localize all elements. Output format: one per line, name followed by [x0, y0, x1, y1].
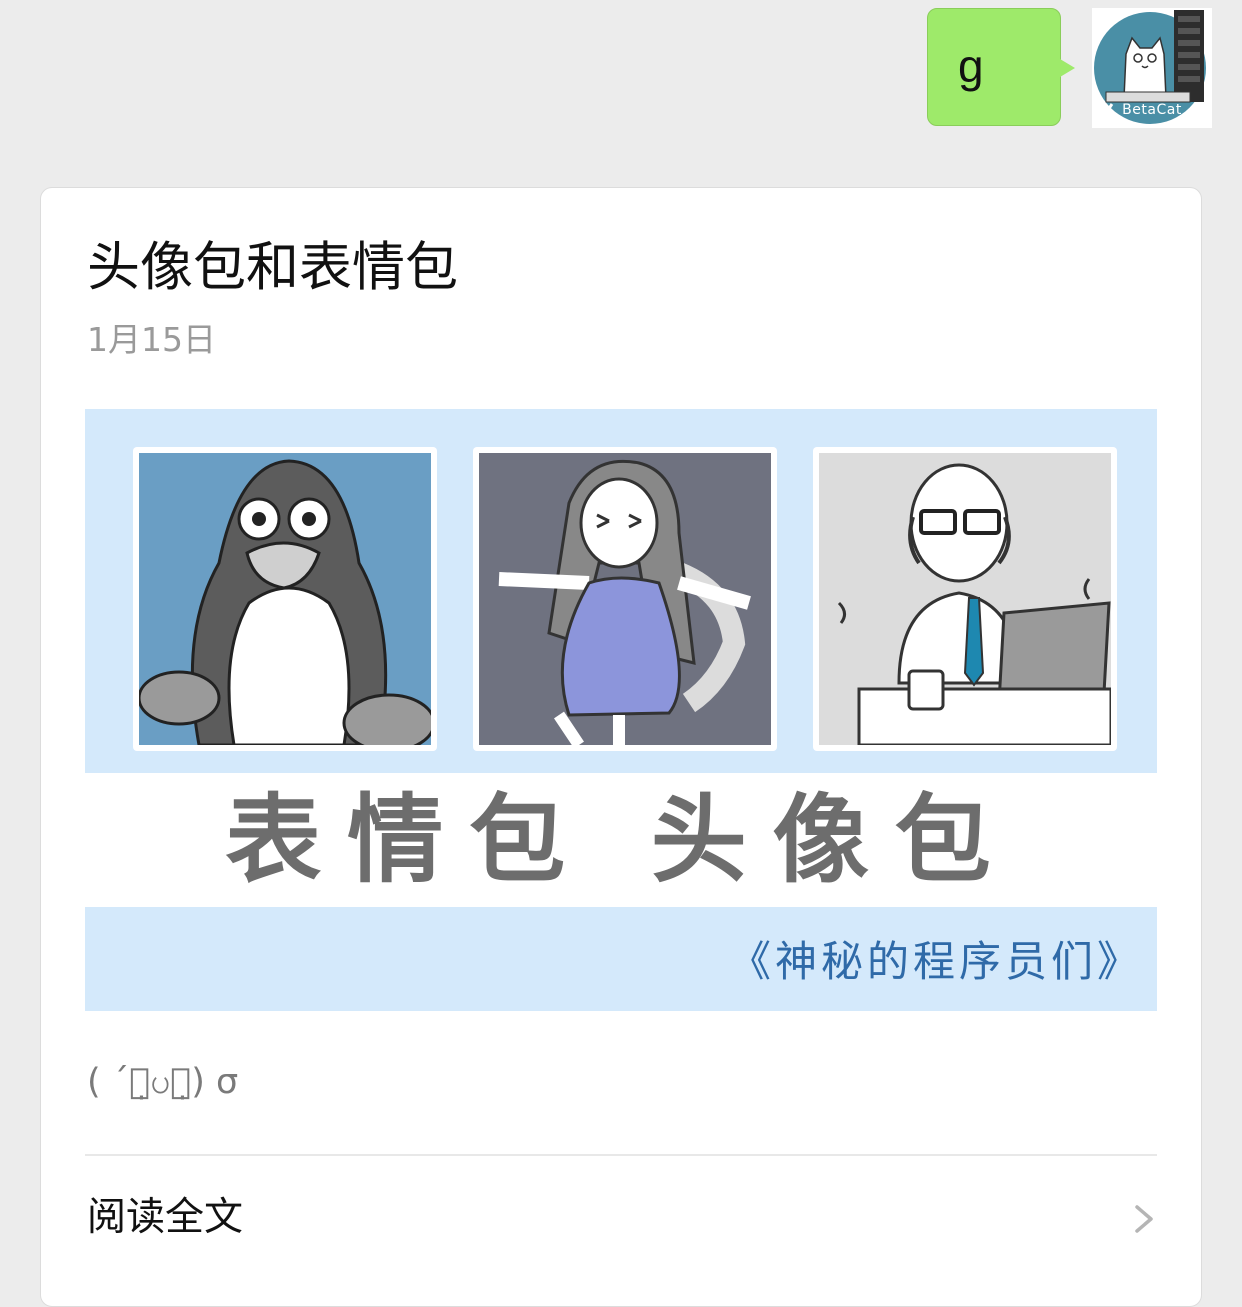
- article-digest: ( ´ထ̣ပထ̣) σ: [87, 1062, 239, 1102]
- avatar-label: BetaCat: [1122, 102, 1182, 118]
- penguin-illustration: [139, 453, 431, 745]
- article-card[interactable]: 头像包和表情包 1月15日 表情包 头像包 《神秘的程序员们》 (´ထ̣ပထ̣…: [40, 187, 1202, 1307]
- article-date: 1月15日: [87, 320, 216, 359]
- cover-caption: 表情包 头像包: [225, 784, 1017, 896]
- chevron-right-icon: [1135, 1205, 1153, 1233]
- cover-panel-programmer: [813, 447, 1117, 751]
- cover-panel-penguin: [133, 447, 437, 751]
- girl-illustration: [479, 453, 771, 745]
- article-title: 头像包和表情包: [87, 237, 458, 298]
- divider: [85, 1154, 1157, 1156]
- message-bubble[interactable]: g: [927, 8, 1075, 126]
- cover-subtitle: 《神秘的程序员们》: [728, 937, 1143, 986]
- programmer-illustration: [819, 453, 1111, 745]
- message-text: g: [958, 40, 984, 92]
- read-more-row[interactable]: 阅读全文: [41, 1158, 1201, 1278]
- avatar[interactable]: BetaCat: [1092, 8, 1212, 128]
- read-more-label: 阅读全文: [87, 1195, 244, 1240]
- article-cover-image[interactable]: 表情包 头像包 《神秘的程序员们》: [85, 409, 1157, 1011]
- cover-panel-girl: [473, 447, 777, 751]
